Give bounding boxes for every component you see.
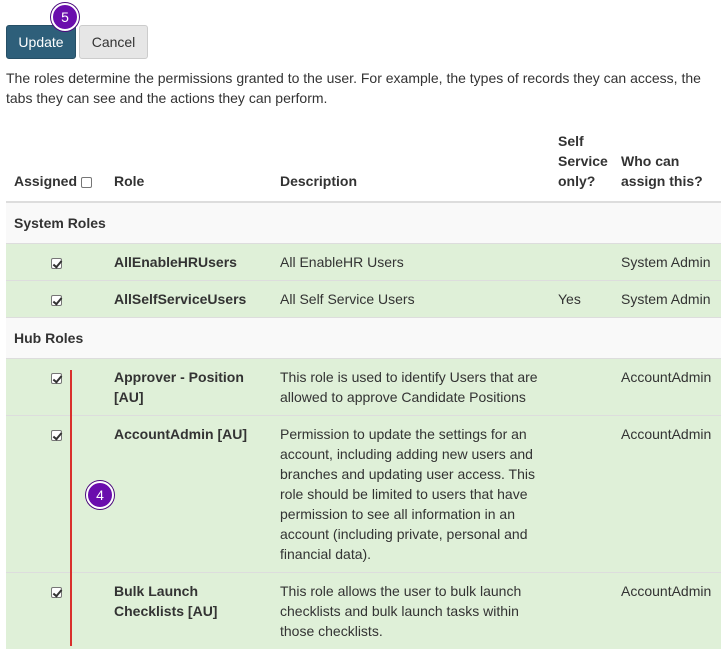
self-service-value	[550, 415, 613, 573]
self-service-value: Yes	[550, 280, 613, 318]
header-who-line2: assign this?	[621, 173, 703, 189]
table-row: AllSelfServiceUsers All Self Service Use…	[6, 280, 721, 318]
select-all-checkbox[interactable]	[80, 176, 92, 188]
self-service-value	[550, 572, 613, 649]
assigned-cell	[6, 243, 106, 281]
who-can-assign-value: AccountAdmin	[613, 572, 721, 649]
step-badge-assigned-column: 4	[86, 481, 114, 509]
role-description: This role allows the user to bulk launch…	[272, 572, 550, 649]
role-checkbox-allenablehrusers[interactable]	[50, 257, 62, 269]
table-row: AllEnableHRUsers All EnableHR Users Syst…	[6, 243, 721, 281]
header-self-service-line2: Service	[558, 153, 608, 169]
assigned-cell	[6, 280, 106, 318]
role-name: AllEnableHRUsers	[106, 243, 272, 281]
group-row-hub-roles: Hub Roles	[6, 317, 721, 359]
role-description: All EnableHR Users	[272, 243, 550, 281]
header-assigned: Assigned	[6, 131, 106, 203]
role-checkbox-approver-position[interactable]	[50, 372, 62, 384]
header-role: Role	[106, 131, 272, 203]
role-name: AccountAdmin [AU]	[106, 415, 272, 573]
who-can-assign-value: System Admin	[613, 280, 721, 318]
header-who-line1: Who can	[621, 153, 680, 169]
table-row: Approver - Position [AU] This role is us…	[6, 358, 721, 416]
role-description: This role is used to identify Users that…	[272, 358, 550, 416]
header-assigned-label: Assigned	[14, 173, 78, 189]
self-service-value	[550, 243, 613, 281]
group-label: Hub Roles	[6, 317, 721, 359]
table-header-row: Assigned Role Description Self Service o…	[6, 131, 721, 203]
role-checkbox-accountadmin[interactable]	[50, 429, 62, 441]
annotation-highlight-line	[70, 370, 72, 646]
who-can-assign-value: System Admin	[613, 243, 721, 281]
cancel-button[interactable]: Cancel	[79, 25, 148, 59]
assigned-cell	[6, 572, 106, 649]
intro-text: The roles determine the permissions gran…	[6, 70, 701, 106]
header-self-service-line3: only?	[558, 173, 596, 189]
role-name: Bulk Launch Checklists [AU]	[106, 572, 272, 649]
roles-table: Assigned Role Description Self Service o…	[6, 131, 721, 649]
role-name: Approver - Position [AU]	[106, 358, 272, 416]
who-can-assign-value: AccountAdmin	[613, 358, 721, 416]
header-self-service-line1: Self	[558, 133, 584, 149]
header-self-service: Self Service only?	[550, 131, 613, 203]
assigned-cell	[6, 358, 106, 416]
step-badge-update: 5	[51, 3, 79, 31]
role-description: All Self Service Users	[272, 280, 550, 318]
group-label: System Roles	[6, 201, 721, 244]
header-who-can-assign: Who can assign this?	[613, 131, 721, 203]
role-name: AllSelfServiceUsers	[106, 280, 272, 318]
table-row: Bulk Launch Checklists [AU] This role al…	[6, 572, 721, 649]
header-description: Description	[272, 131, 550, 203]
who-can-assign-value: AccountAdmin	[613, 415, 721, 573]
role-description: Permission to update the settings for an…	[272, 415, 550, 573]
group-row-system-roles: System Roles	[6, 201, 721, 244]
role-checkbox-bulk-launch-checklists[interactable]	[50, 586, 62, 598]
role-checkbox-allselfserviceusers[interactable]	[50, 294, 62, 306]
self-service-value	[550, 358, 613, 416]
